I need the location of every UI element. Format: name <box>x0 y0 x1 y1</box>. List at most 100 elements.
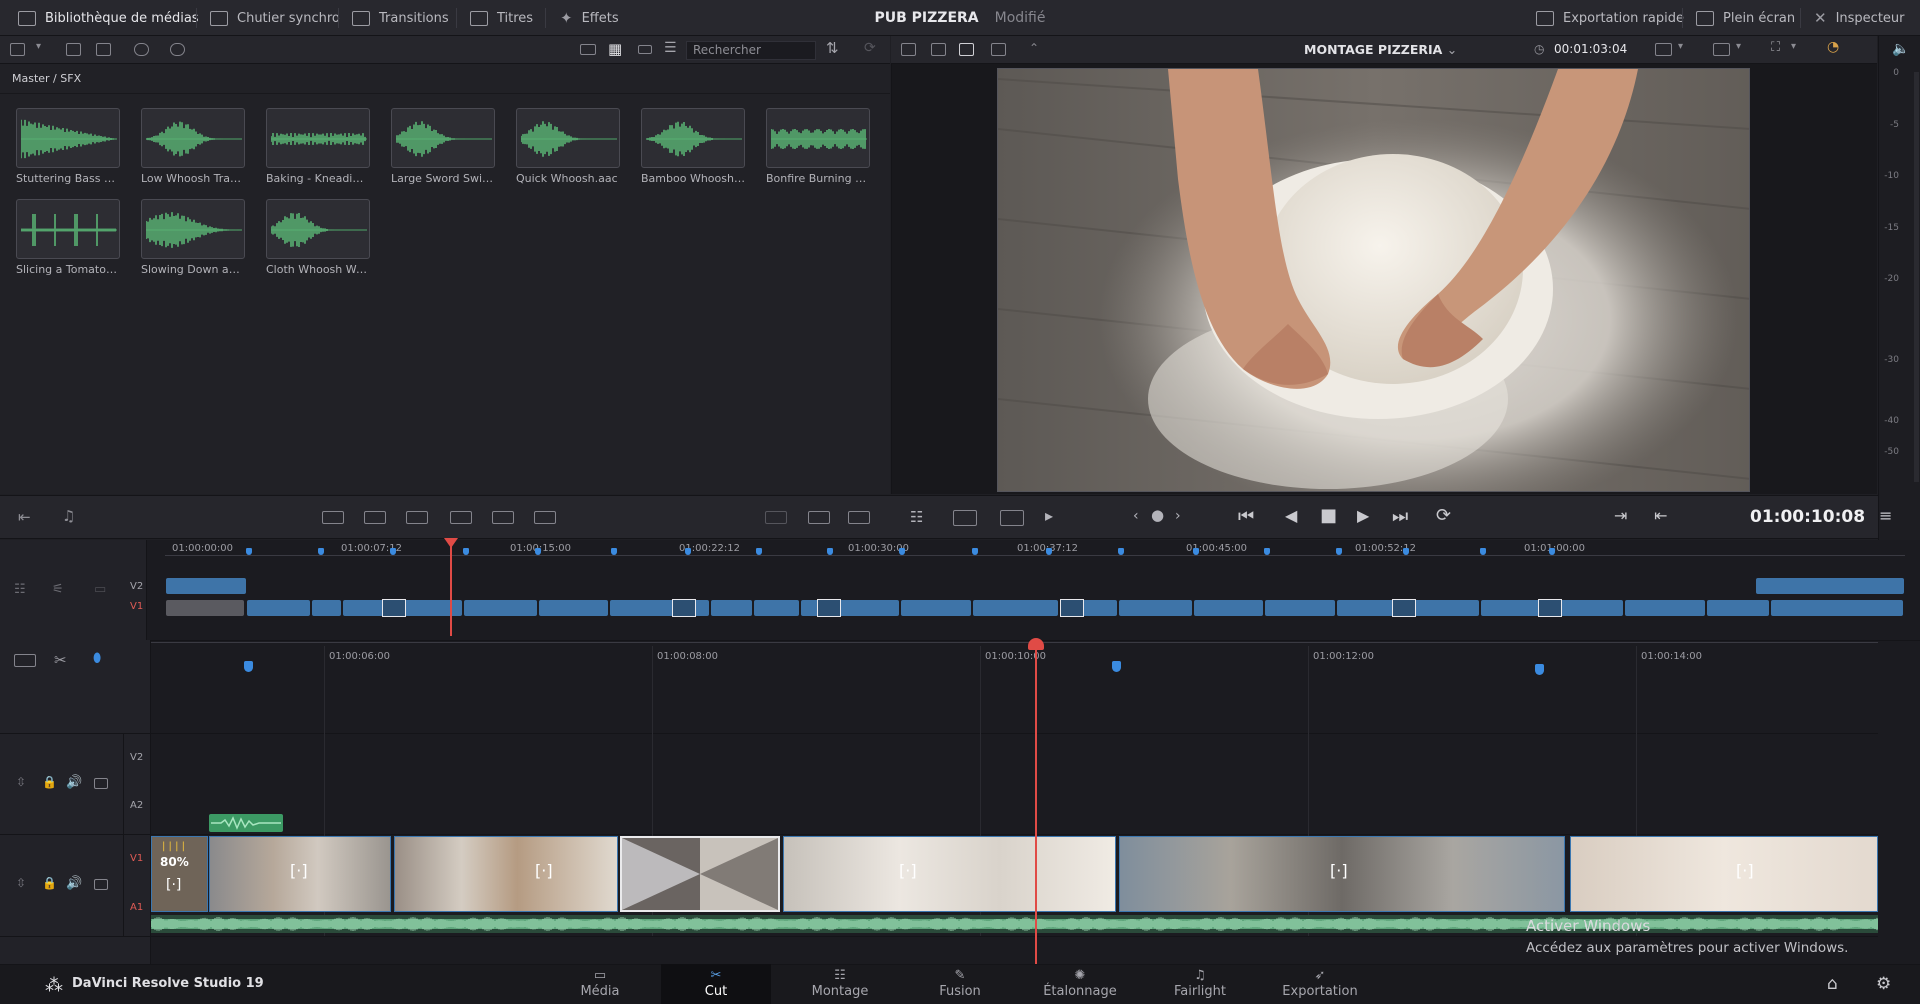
chevron-down-icon[interactable]: ▾ <box>36 41 41 52</box>
jog-right-icon[interactable]: › <box>1175 508 1181 524</box>
mini-marker[interactable] <box>827 548 833 555</box>
timeline-view-icon[interactable] <box>959 43 974 56</box>
scissors-icon[interactable]: ✂ <box>54 651 67 669</box>
mini-clip-v1[interactable] <box>166 600 244 616</box>
video-enable-icon[interactable] <box>94 778 108 789</box>
close-up-icon[interactable] <box>450 511 472 524</box>
import-folder-icon[interactable] <box>96 43 111 56</box>
audio-mute-icon[interactable]: 🔊 <box>66 775 82 790</box>
lock-icon[interactable]: 🔒 <box>42 775 57 789</box>
sync-timeline-icon[interactable]: ⇤ <box>18 508 31 526</box>
audio-clip-a2[interactable] <box>209 814 283 832</box>
mini-clip-v1[interactable] <box>539 600 608 616</box>
media-library-button[interactable]: Bibliothèque de médias <box>18 0 199 36</box>
link-clip-icon[interactable]: ▭ <box>94 582 106 597</box>
titles-button[interactable]: Titres <box>470 0 533 36</box>
page-tab-5[interactable]: ✺ Étalonnage <box>1025 964 1135 1004</box>
mini-transition[interactable] <box>1060 599 1084 617</box>
page-tab-3[interactable]: ☷ Montage <box>785 964 895 1004</box>
mini-marker[interactable] <box>390 548 396 555</box>
video-clip[interactable]: [·] <box>1570 836 1878 912</box>
mini-clip-v1[interactable] <box>247 600 310 616</box>
mini-clip-v1[interactable] <box>801 600 899 616</box>
audio-mute-icon[interactable]: 🔊 <box>66 876 82 891</box>
media-clip[interactable]: Low Whoosh Tran... <box>141 108 245 186</box>
mini-transition[interactable] <box>1392 599 1416 617</box>
mini-marker[interactable] <box>611 548 617 555</box>
mini-marker[interactable] <box>1480 548 1486 555</box>
source-overwrite-icon[interactable] <box>534 511 556 524</box>
mini-marker[interactable] <box>1549 548 1555 555</box>
multicam-icon[interactable] <box>991 43 1006 56</box>
mini-clip-v1[interactable] <box>1625 600 1705 616</box>
go-to-start-icon[interactable]: ⏮ <box>1238 506 1254 527</box>
mini-marker[interactable] <box>899 548 905 555</box>
viewer-layout-icon[interactable] <box>1713 43 1730 56</box>
track-height-icon[interactable]: ⇳ <box>16 775 26 789</box>
loop-icon[interactable]: ⟳ <box>1436 505 1451 526</box>
main-playhead[interactable] <box>1035 645 1037 964</box>
ripple-overwrite-icon[interactable] <box>406 511 428 524</box>
video-clip[interactable]: [·] <box>394 836 618 912</box>
effects-button[interactable]: ✦ Effets <box>560 0 619 36</box>
video-clip[interactable]: [·] <box>209 836 391 912</box>
track-settings-icon[interactable]: ☷ <box>14 582 26 597</box>
sync-bin-button[interactable]: Chutier synchro <box>210 0 340 36</box>
mini-clip-v1[interactable] <box>1194 600 1263 616</box>
stop-icon[interactable]: ■ <box>1320 505 1337 526</box>
source-tape-icon[interactable] <box>931 43 946 56</box>
mini-clip-v1[interactable] <box>973 600 1058 616</box>
track-height-icon[interactable]: ⇳ <box>16 876 26 890</box>
sort-icon[interactable]: ⇅ <box>826 39 839 57</box>
link-icon[interactable] <box>170 43 185 56</box>
mini-marker[interactable] <box>246 548 252 555</box>
panel-toggle-icon[interactable] <box>10 43 25 56</box>
play-around-icon[interactable]: ▸ <box>1045 506 1053 525</box>
media-clip[interactable]: Bonfire Burning P... <box>766 108 870 186</box>
mini-clip-v1[interactable] <box>1707 600 1769 616</box>
refresh-icon[interactable]: ⟳ <box>864 40 876 56</box>
video-clip[interactable]: 80% | | | | [·] <box>151 836 208 912</box>
marker-icon[interactable]: ⬮ <box>93 651 101 666</box>
append-icon[interactable] <box>364 511 386 524</box>
audio-track-icon[interactable]: ♫ <box>62 507 75 525</box>
import-media-icon[interactable] <box>66 43 81 56</box>
mini-transition[interactable] <box>817 599 841 617</box>
main-playhead-handle[interactable] <box>1028 638 1044 650</box>
mini-clip-v1[interactable] <box>1119 600 1192 616</box>
timeline-marker[interactable] <box>1112 661 1121 672</box>
jog-dot-icon[interactable]: ● <box>1151 506 1164 524</box>
video-clip[interactable]: [·] <box>783 836 1116 912</box>
media-clip[interactable]: Baking - Kneading... <box>266 108 370 186</box>
mini-marker[interactable] <box>318 548 324 555</box>
adjust-icon[interactable]: ⚟ <box>52 582 64 597</box>
media-clip[interactable]: Cloth Whoosh Wa... <box>266 199 370 277</box>
mini-marker[interactable] <box>1193 548 1199 555</box>
dissolve-icon[interactable] <box>848 511 870 524</box>
mini-clip-v1[interactable] <box>901 600 971 616</box>
mini-clip-v1[interactable] <box>1771 600 1903 616</box>
chevron-down-icon[interactable]: ▾ <box>1678 41 1683 52</box>
thumbnail-view-icon[interactable]: ▦ <box>608 40 622 58</box>
video-enable-icon[interactable] <box>94 879 108 890</box>
media-clip[interactable]: Stuttering Bass Dr... <box>16 108 120 186</box>
mini-marker[interactable] <box>685 548 691 555</box>
mini-marker[interactable] <box>535 548 541 555</box>
media-clip[interactable]: Large Sword Swip... <box>391 108 495 186</box>
inspector-button[interactable]: ✕ Inspecteur <box>1814 0 1905 36</box>
mini-transition[interactable] <box>672 599 696 617</box>
page-tab-4[interactable]: ✎ Fusion <box>905 964 1015 1004</box>
play-icon[interactable]: ▶ <box>1357 506 1369 525</box>
next-edit-icon[interactable]: ⇥ <box>1614 506 1627 525</box>
mini-clip-v2[interactable] <box>1756 578 1904 594</box>
mini-marker[interactable] <box>1264 548 1270 555</box>
sync-icon[interactable] <box>134 43 149 56</box>
settings-sliders-icon[interactable]: ☷ <box>910 508 923 526</box>
mini-marker[interactable] <box>1046 548 1052 555</box>
smooth-cut-icon[interactable] <box>808 511 830 524</box>
mini-transition[interactable] <box>382 599 406 617</box>
transform-icon[interactable]: ⛶ <box>1771 40 1780 55</box>
source-clip-icon[interactable] <box>901 43 916 56</box>
video-clip[interactable]: [·] <box>1119 836 1565 912</box>
mini-marker[interactable] <box>1336 548 1342 555</box>
